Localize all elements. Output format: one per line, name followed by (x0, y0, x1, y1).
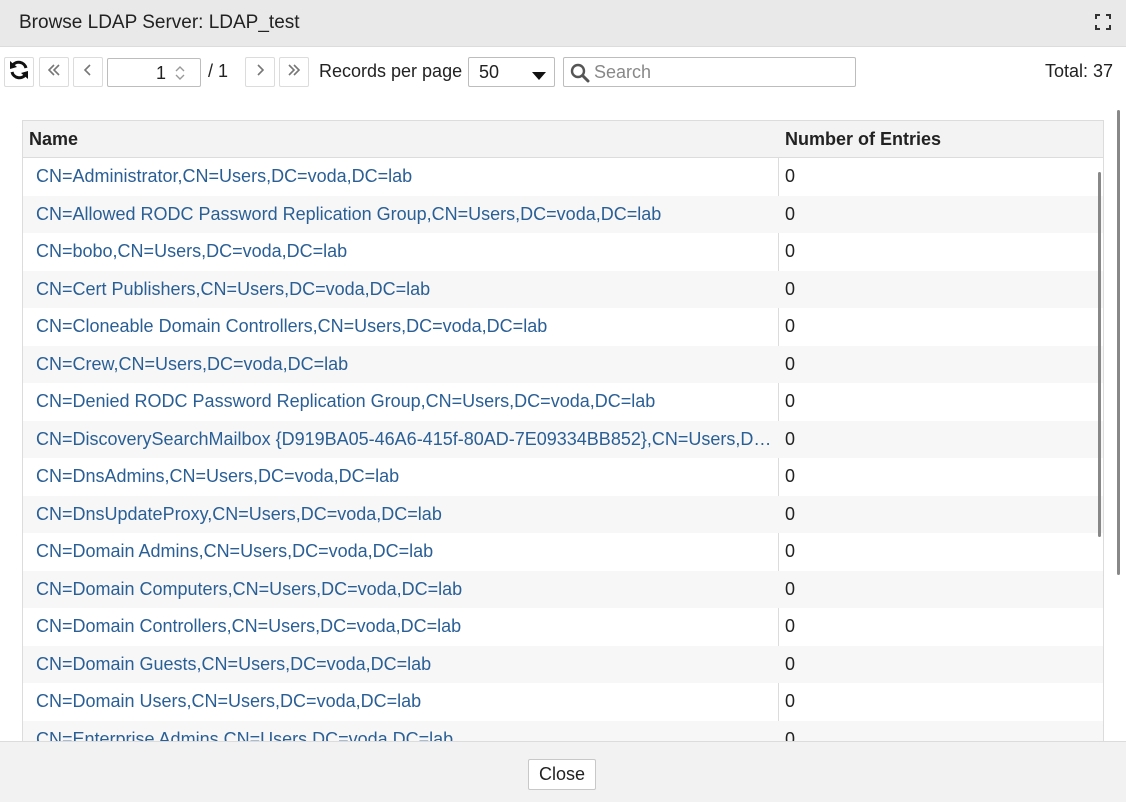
search-input[interactable] (594, 60, 849, 84)
entry-name-link[interactable]: CN=bobo,CN=Users,DC=voda,DC=lab (36, 241, 773, 262)
refresh-icon (8, 59, 30, 86)
entry-name-link[interactable]: CN=Allowed RODC Password Replication Gro… (36, 204, 773, 225)
table-row[interactable]: CN=Allowed RODC Password Replication Gro… (23, 195, 1103, 233)
entry-count: 0 (785, 691, 796, 711)
entry-name-link[interactable]: CN=Cloneable Domain Controllers,CN=Users… (36, 316, 773, 337)
entry-count: 0 (785, 578, 796, 599)
entry-count: 0 (785, 466, 796, 486)
table-row[interactable]: CN=Cert Publishers,CN=Users,DC=voda,DC=l… (23, 270, 1103, 308)
entry-count: 0 (785, 316, 796, 336)
records-per-page-label: Records per page (319, 61, 463, 81)
entry-count: 0 (785, 241, 796, 261)
page-number-input[interactable]: 1 (107, 58, 201, 87)
entry-count: 0 (785, 428, 796, 449)
table-row[interactable]: CN=Crew,CN=Users,DC=voda,DC=lab 0 (23, 345, 1103, 383)
table-row[interactable]: CN=DnsAdmins,CN=Users,DC=voda,DC=lab 0 (23, 458, 1103, 496)
column-header-entries[interactable]: Number of Entries (785, 129, 941, 150)
entry-count: 0 (785, 391, 796, 411)
table-row[interactable]: CN=Enterprise Admins,CN=Users,DC=voda,DC… (23, 720, 1103, 742)
close-button[interactable]: Close (528, 759, 596, 790)
table-row[interactable]: CN=Administrator,CN=Users,DC=voda,DC=lab… (23, 158, 1103, 196)
maximize-icon[interactable] (1094, 13, 1112, 31)
prev-page-button[interactable] (73, 57, 103, 87)
entry-count: 0 (785, 166, 796, 186)
table-header: Name Number of Entries (23, 121, 1103, 158)
dialog-title: Browse LDAP Server: LDAP_test (19, 12, 300, 33)
table-row[interactable]: CN=Domain Computers,CN=Users,DC=voda,DC=… (23, 570, 1103, 608)
page-count-label: / 1 (208, 61, 229, 81)
dialog-footer: Close (0, 741, 1126, 802)
prev-page-icon (80, 62, 96, 83)
next-page-button[interactable] (245, 57, 275, 87)
table-row[interactable]: CN=Domain Admins,CN=Users,DC=voda,DC=lab… (23, 533, 1103, 571)
table-row[interactable]: CN=Denied RODC Password Replication Grou… (23, 383, 1103, 421)
table-row[interactable]: CN=DnsUpdateProxy,CN=Users,DC=voda,DC=la… (23, 495, 1103, 533)
entry-name-link[interactable]: CN=Domain Computers,CN=Users,DC=voda,DC=… (36, 579, 773, 600)
table-scrollbar[interactable] (1098, 172, 1101, 537)
entry-count: 0 (785, 278, 796, 299)
entry-count: 0 (785, 353, 796, 374)
dialog-scrollbar[interactable] (1117, 110, 1120, 575)
caret-down-icon (532, 68, 546, 80)
last-page-icon (286, 62, 302, 83)
table-row[interactable]: CN=bobo,CN=Users,DC=voda,DC=lab 0 (23, 233, 1103, 271)
table-row[interactable]: CN=Domain Guests,CN=Users,DC=voda,DC=lab… (23, 645, 1103, 683)
entry-name-link[interactable]: CN=DiscoverySearchMailbox {D919BA05-46A6… (36, 429, 773, 450)
table-row[interactable]: CN=Domain Users,CN=Users,DC=voda,DC=lab 0 (23, 683, 1103, 721)
entry-count: 0 (785, 616, 796, 636)
entry-name-link[interactable]: CN=Enterprise Admins,CN=Users,DC=voda,DC… (36, 729, 773, 742)
table-row[interactable]: CN=Domain Controllers,CN=Users,DC=voda,D… (23, 608, 1103, 646)
records-per-page-select[interactable]: 50 (468, 57, 555, 87)
ldap-entries-table: Name Number of Entries CN=Administrator,… (22, 120, 1104, 741)
page-number-value: 1 (155, 63, 166, 83)
spinner-icon[interactable] (174, 63, 186, 83)
refresh-button[interactable] (4, 57, 34, 87)
total-count: Total: 37 (1044, 61, 1113, 81)
dialog-titlebar: Browse LDAP Server: LDAP_test (0, 0, 1126, 47)
search-icon (570, 63, 590, 83)
entry-name-link[interactable]: CN=Crew,CN=Users,DC=voda,DC=lab (36, 354, 773, 375)
next-page-icon (252, 62, 268, 83)
entry-name-link[interactable]: CN=Domain Controllers,CN=Users,DC=voda,D… (36, 616, 773, 637)
last-page-button[interactable] (279, 57, 309, 87)
entry-name-link[interactable]: CN=Domain Guests,CN=Users,DC=voda,DC=lab (36, 654, 773, 675)
entry-name-link[interactable]: CN=Domain Users,CN=Users,DC=voda,DC=lab (36, 691, 773, 712)
first-page-icon (46, 62, 62, 83)
entry-count: 0 (785, 503, 796, 524)
entry-count: 0 (785, 541, 796, 561)
pagination-toolbar: 1 / 1 Records per page 50 Total: 37 (0, 47, 1126, 97)
table-row[interactable]: CN=Cloneable Domain Controllers,CN=Users… (23, 308, 1103, 346)
entry-count: 0 (785, 653, 796, 674)
entry-name-link[interactable]: CN=Administrator,CN=Users,DC=voda,DC=lab (36, 166, 773, 187)
entry-name-link[interactable]: CN=Denied RODC Password Replication Grou… (36, 391, 773, 412)
search-box[interactable] (563, 57, 856, 87)
records-per-page-value: 50 (479, 62, 500, 82)
column-header-name[interactable]: Name (29, 129, 78, 150)
entry-count: 0 (785, 203, 796, 224)
first-page-button[interactable] (39, 57, 69, 87)
entry-count: 0 (785, 728, 796, 742)
table-row[interactable]: CN=DiscoverySearchMailbox {D919BA05-46A6… (23, 420, 1103, 458)
table-body: CN=Administrator,CN=Users,DC=voda,DC=lab… (23, 158, 1103, 741)
entry-name-link[interactable]: CN=Cert Publishers,CN=Users,DC=voda,DC=l… (36, 279, 773, 300)
entry-name-link[interactable]: CN=DnsAdmins,CN=Users,DC=voda,DC=lab (36, 466, 773, 487)
entry-name-link[interactable]: CN=DnsUpdateProxy,CN=Users,DC=voda,DC=la… (36, 504, 773, 525)
entry-name-link[interactable]: CN=Domain Admins,CN=Users,DC=voda,DC=lab (36, 541, 773, 562)
